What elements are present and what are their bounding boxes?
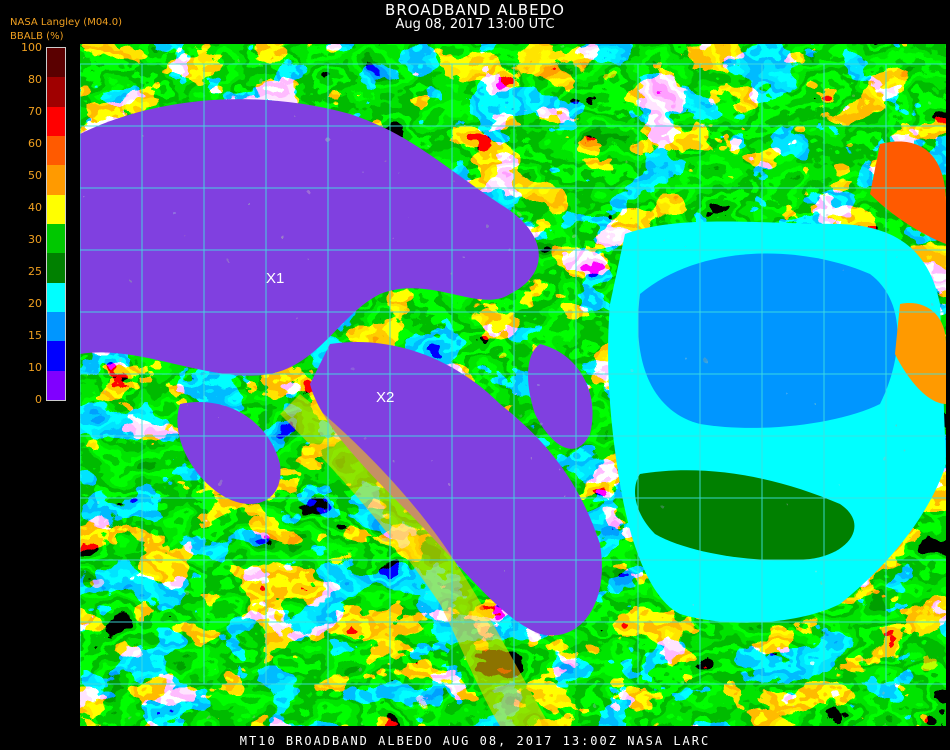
colorbar-swatch: [47, 194, 65, 224]
colorbar-swatch: [47, 253, 65, 283]
colorbar-swatch: [47, 223, 65, 254]
colorbar-tick-label: 15: [28, 329, 42, 342]
colorbar-tick-label: 50: [28, 169, 42, 182]
colorbar-swatch: [47, 311, 65, 342]
colorbar-tick-label: 10: [28, 361, 42, 374]
colorbar-tick-label: 60: [28, 137, 42, 150]
marker-x2-label: X2: [376, 389, 394, 406]
marker-x1-label: X1: [266, 270, 284, 287]
colorbar-tick-label: 70: [28, 105, 42, 118]
colorbar-swatch: [47, 341, 65, 371]
colorbar-tick-label: 25: [28, 265, 42, 278]
colorbar-tick-label: 80: [28, 73, 42, 86]
image-timestamp: Aug 08, 2017 13:00 UTC: [395, 17, 555, 32]
colorbar-swatch: [47, 282, 65, 312]
credit-label: NASA Langley (M04.0): [10, 17, 122, 28]
colorbar-swatch: [47, 77, 65, 107]
footer-caption: MT10 BROADBAND ALBEDO AUG 08, 2017 13:00…: [239, 734, 711, 748]
colorbar-tick-label: 0: [35, 393, 42, 406]
albedo-map: X1 X2: [80, 44, 946, 726]
colorbar: [46, 47, 66, 401]
speckle-overlay: [80, 44, 946, 726]
colorbar-swatch: [47, 106, 65, 136]
marker-x1: X1: [266, 270, 284, 287]
colorbar-swatch: [47, 48, 65, 78]
colorbar-tick-label: 40: [28, 201, 42, 214]
colorbar-swatch: [47, 165, 65, 195]
colorbar-swatch: [47, 370, 65, 400]
colorbar-tick-label: 20: [28, 297, 42, 310]
colorbar-swatch: [47, 135, 65, 166]
marker-x2: X2: [376, 389, 394, 406]
colorbar-tick-label: 30: [28, 233, 42, 246]
colorbar-tick-label: 100: [21, 41, 42, 54]
